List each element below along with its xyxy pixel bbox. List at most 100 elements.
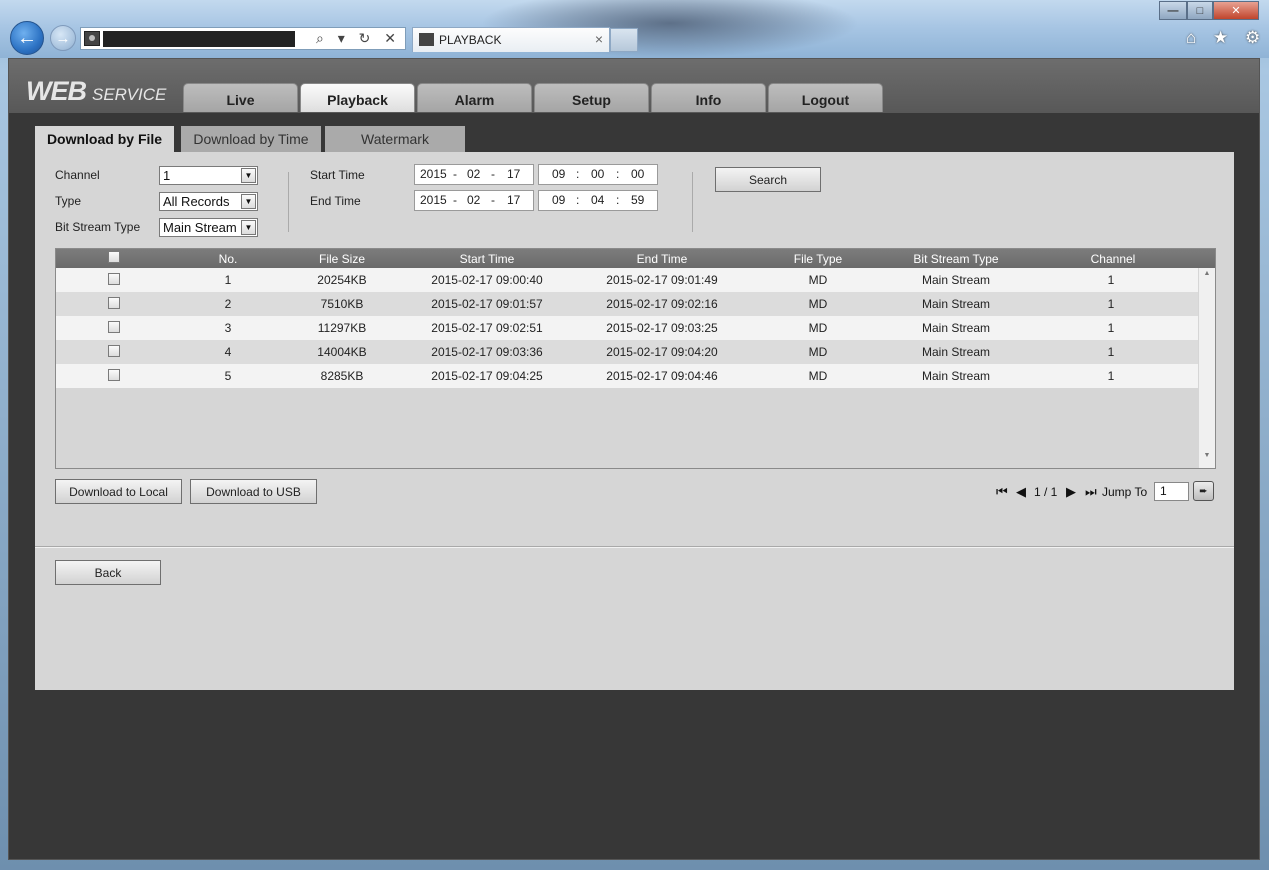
cell-file-size: 7510KB — [320, 297, 364, 311]
tab-alarm[interactable]: Alarm — [417, 83, 532, 112]
cell-file-size: 20254KB — [317, 273, 367, 287]
subtab-watermark[interactable]: Watermark — [325, 126, 465, 152]
time-separator: : — [576, 193, 580, 207]
back-button[interactable]: Back — [55, 560, 161, 585]
date-separator: - — [453, 167, 457, 181]
window-controls: — □ ✕ — [1159, 1, 1259, 20]
end-month[interactable]: 02 — [467, 193, 480, 207]
cell-start-time: 2015-02-17 09:04:25 — [431, 369, 543, 383]
type-select[interactable]: All Records ▼ — [159, 192, 258, 211]
cell-end-time: 2015-02-17 09:04:20 — [606, 345, 718, 359]
start-time-field[interactable]: 09 : 00 : 00 — [538, 164, 658, 185]
bitstream-label: Bit Stream Type — [55, 220, 141, 234]
cell-file-type: MD — [808, 369, 828, 383]
logo-web-text: WEB — [26, 76, 87, 106]
dropdown-arrow-icon[interactable]: ▼ — [241, 168, 256, 183]
cell-channel: 1 — [1107, 369, 1115, 383]
start-minute[interactable]: 00 — [591, 167, 604, 181]
cell-bit-stream-type: Main Stream — [921, 345, 991, 359]
date-separator: - — [491, 193, 495, 207]
cell-start-time: 2015-02-17 09:00:40 — [431, 273, 543, 287]
table-scrollbar[interactable]: ▲ ▼ — [1199, 268, 1215, 468]
close-window-icon[interactable]: ✕ — [1213, 1, 1259, 20]
jump-to-page-input[interactable]: 1 — [1154, 482, 1189, 501]
row-checkbox[interactable] — [108, 297, 120, 309]
logo-service-text: SERVICE — [92, 85, 167, 104]
row-checkbox[interactable] — [108, 345, 120, 357]
close-tab-icon[interactable]: × — [595, 31, 603, 47]
start-day[interactable]: 17 — [507, 167, 520, 181]
minimize-icon[interactable]: — — [1159, 1, 1187, 20]
cell-start-time: 2015-02-17 09:01:57 — [431, 297, 543, 311]
channel-select[interactable]: 1 ▼ — [159, 166, 258, 185]
select-all-checkbox[interactable] — [108, 251, 120, 263]
next-page-icon[interactable]: ▶ — [1066, 484, 1076, 500]
cell-no: 2 — [224, 297, 232, 311]
section-divider — [35, 546, 1234, 548]
row-checkbox[interactable] — [108, 369, 120, 381]
table-header: No. File Size Start Time End Time File T… — [56, 249, 1215, 268]
col-header-file-type: File Type — [793, 252, 843, 266]
tab-logout[interactable]: Logout — [768, 83, 883, 112]
cell-start-time: 2015-02-17 09:03:36 — [431, 345, 543, 359]
type-value: All Records — [163, 194, 230, 209]
search-button[interactable]: Search — [715, 167, 821, 192]
cell-no: 4 — [224, 345, 232, 359]
start-year[interactable]: 2015 — [420, 167, 447, 181]
subtab-download-by-time[interactable]: Download by Time — [181, 126, 321, 152]
row-checkbox[interactable] — [108, 321, 120, 333]
first-page-icon[interactable]: ⏮ — [996, 484, 1008, 500]
forward-arrow-icon[interactable]: → — [50, 25, 76, 51]
tab-playback[interactable]: Playback — [300, 83, 415, 112]
cell-file-type: MD — [808, 273, 828, 287]
tab-live[interactable]: Live — [183, 83, 298, 112]
table-row[interactable]: 5 8285KB 2015-02-17 09:04:25 2015-02-17 … — [56, 364, 1198, 388]
start-hour[interactable]: 09 — [552, 167, 565, 181]
new-tab-button[interactable] — [610, 28, 638, 52]
dropdown-arrow-icon[interactable]: ▼ — [241, 194, 256, 209]
cell-bit-stream-type: Main Stream — [921, 273, 991, 287]
row-checkbox[interactable] — [108, 273, 120, 285]
start-time-label: Start Time — [310, 168, 365, 182]
camera-favicon-icon — [419, 33, 434, 46]
back-arrow-icon[interactable]: ← — [10, 21, 44, 55]
end-day[interactable]: 17 — [507, 193, 520, 207]
table-row[interactable]: 2 7510KB 2015-02-17 09:01:57 2015-02-17 … — [56, 292, 1198, 316]
download-to-local-button[interactable]: Download to Local — [55, 479, 182, 504]
address-bar[interactable]: ⌕ ▾ ↻ ✕ — [80, 27, 406, 50]
bitstream-select[interactable]: Main Stream ▼ — [159, 218, 258, 237]
end-minute[interactable]: 04 — [591, 193, 604, 207]
dropdown-arrow-icon[interactable]: ▼ — [241, 220, 256, 235]
table-row[interactable]: 1 20254KB 2015-02-17 09:00:40 2015-02-17… — [56, 268, 1198, 292]
home-favorites-settings-icons[interactable]: ⌂ ★ ⚙ — [1186, 28, 1266, 48]
table-row[interactable]: 4 14004KB 2015-02-17 09:03:36 2015-02-17… — [56, 340, 1198, 364]
cell-channel: 1 — [1107, 345, 1115, 359]
end-year[interactable]: 2015 — [420, 193, 447, 207]
start-date-field[interactable]: 2015 - 02 - 17 — [414, 164, 534, 185]
end-second[interactable]: 59 — [631, 193, 644, 207]
cell-file-type: MD — [808, 345, 828, 359]
scroll-down-arrow-icon[interactable]: ▼ — [1199, 452, 1215, 466]
col-header-end-time: End Time — [636, 252, 688, 266]
table-row[interactable]: 3 11297KB 2015-02-17 09:02:51 2015-02-17… — [56, 316, 1198, 340]
end-time-field[interactable]: 09 : 04 : 59 — [538, 190, 658, 211]
cell-channel: 1 — [1107, 273, 1115, 287]
browser-tab-playback[interactable]: PLAYBACK × — [412, 27, 610, 52]
go-arrow-icon[interactable]: ➨ — [1193, 481, 1214, 501]
browser-tab-title: PLAYBACK — [439, 33, 502, 47]
scroll-up-arrow-icon[interactable]: ▲ — [1199, 270, 1215, 284]
cell-end-time: 2015-02-17 09:03:25 — [606, 321, 718, 335]
subtab-download-by-file[interactable]: Download by File — [35, 126, 174, 152]
prev-page-icon[interactable]: ◀ — [1016, 484, 1026, 500]
tab-info[interactable]: Info — [651, 83, 766, 112]
maximize-icon[interactable]: □ — [1187, 1, 1213, 20]
end-date-field[interactable]: 2015 - 02 - 17 — [414, 190, 534, 211]
start-month[interactable]: 02 — [467, 167, 480, 181]
tab-setup[interactable]: Setup — [534, 83, 649, 112]
cell-no: 1 — [224, 273, 232, 287]
address-search-refresh-stop-icons[interactable]: ⌕ ▾ ↻ ✕ — [316, 30, 401, 47]
download-to-usb-button[interactable]: Download to USB — [190, 479, 317, 504]
end-hour[interactable]: 09 — [552, 193, 565, 207]
start-second[interactable]: 00 — [631, 167, 644, 181]
last-page-icon[interactable]: ⏭ — [1085, 484, 1097, 500]
